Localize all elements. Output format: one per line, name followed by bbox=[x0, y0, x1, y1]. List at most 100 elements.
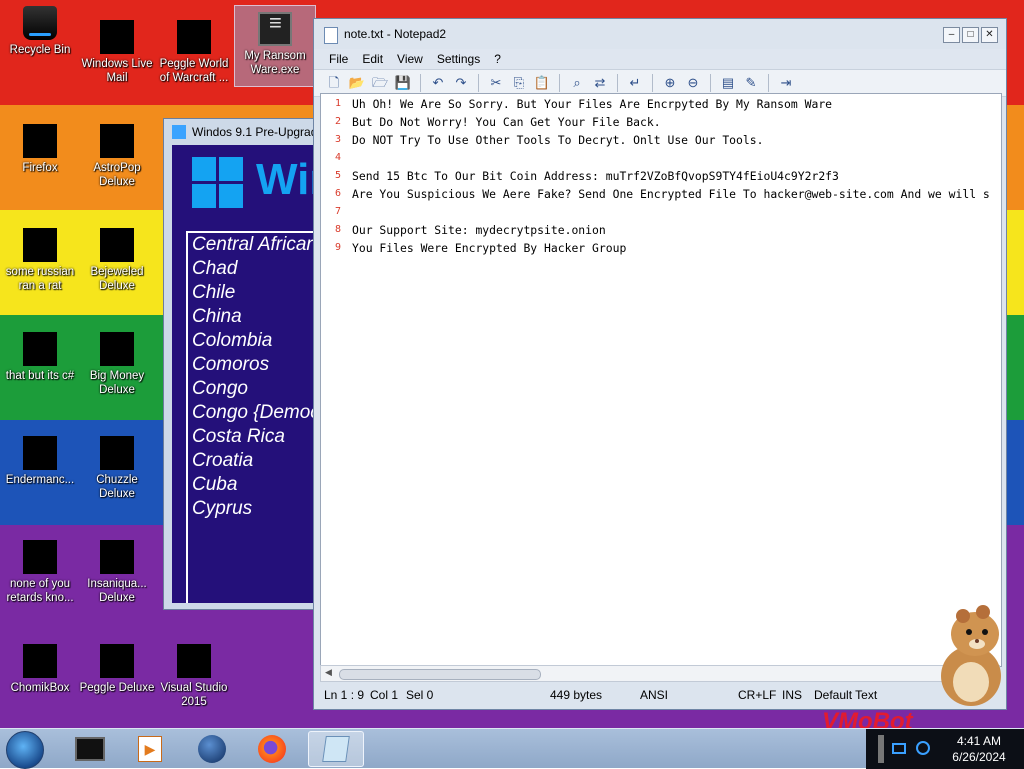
list-item[interactable]: Chile bbox=[188, 281, 316, 305]
shortcut-icon bbox=[23, 332, 57, 366]
desktop-icon-windows-live-mail[interactable]: Windows Live Mail bbox=[77, 20, 157, 85]
status-eol[interactable]: CR+LF bbox=[738, 688, 776, 702]
taskbar-app-media-player[interactable]: ▶ bbox=[122, 731, 178, 767]
desktop: Recycle Bin Windows Live Mail Peggle Wor… bbox=[0, 0, 1024, 728]
desktop-icon-label: Visual Studio 2015 bbox=[160, 682, 228, 708]
toolbar-separator bbox=[768, 74, 769, 92]
line-number: 3 bbox=[334, 134, 341, 145]
text-line: You Files Were Encrypted By Hacker Group bbox=[352, 241, 627, 255]
desktop-icon-recycle-bin[interactable]: Recycle Bin bbox=[0, 6, 80, 57]
window-title: note.txt - Notepad2 bbox=[344, 27, 447, 41]
exit-icon[interactable]: ⇥ bbox=[776, 73, 796, 93]
country-list[interactable]: Central African Chad Chile China Colombi… bbox=[186, 231, 316, 603]
list-item[interactable]: Congo bbox=[188, 377, 316, 401]
replace-icon[interactable]: ⇄ bbox=[590, 73, 610, 93]
line-number: 2 bbox=[334, 116, 341, 127]
menu-file[interactable]: File bbox=[322, 49, 355, 69]
save-icon[interactable]: 💾 bbox=[393, 73, 413, 93]
desktop-icon-label: Insaniqua... Deluxe bbox=[87, 578, 147, 604]
redo-icon[interactable]: ↷ bbox=[451, 73, 471, 93]
status-encoding[interactable]: ANSI bbox=[640, 688, 668, 702]
list-item[interactable]: Central African bbox=[188, 233, 316, 257]
open-folder-icon[interactable]: 📂 bbox=[347, 73, 367, 93]
taskbar-app-globe[interactable] bbox=[184, 731, 240, 767]
list-item[interactable]: Chad bbox=[188, 257, 316, 281]
list-item[interactable]: Cyprus bbox=[188, 497, 316, 521]
text-editor[interactable]: 1 2 3 4 5 6 7 8 9 Uh Oh! We Are So Sorry… bbox=[320, 93, 1002, 667]
desktop-icon-label: Bejeweled Deluxe bbox=[90, 266, 144, 292]
background-window-titlebar[interactable]: Windos 9.1 Pre-Upgrad bbox=[164, 119, 316, 145]
visual-studio-icon bbox=[177, 644, 211, 678]
horizontal-scrollbar[interactable]: ◀ bbox=[320, 665, 1000, 682]
taskbar-app-firefox[interactable] bbox=[244, 731, 300, 767]
network-icon[interactable] bbox=[892, 743, 906, 754]
desktop-icon-label: some russian ran a rat bbox=[5, 266, 75, 292]
desktop-icon-endermanch[interactable]: Endermanc... bbox=[0, 436, 80, 487]
background-window[interactable]: Windos 9.1 Pre-Upgrad Wir Central Africa… bbox=[163, 118, 317, 610]
desktop-icon-none-of-you[interactable]: none of you retards kno... bbox=[0, 540, 80, 605]
app-icon bbox=[172, 125, 186, 139]
taskbar-app-notepad2[interactable] bbox=[308, 731, 364, 767]
desktop-icon-peggle-wow[interactable]: Peggle World of Warcraft ... bbox=[154, 20, 234, 85]
desktop-icon-chomikbox[interactable]: ChomikBox bbox=[0, 644, 80, 695]
list-item[interactable]: Croatia bbox=[188, 449, 316, 473]
menu-settings[interactable]: Settings bbox=[430, 49, 487, 69]
chomikbox-icon bbox=[23, 644, 57, 678]
find-icon[interactable]: ⌕ bbox=[567, 73, 587, 93]
scrollbar-thumb[interactable] bbox=[339, 669, 541, 680]
list-item[interactable]: Cuba bbox=[188, 473, 316, 497]
list-item[interactable]: China bbox=[188, 305, 316, 329]
line-number: 5 bbox=[334, 170, 341, 181]
menu-help[interactable]: ? bbox=[487, 49, 508, 69]
start-button[interactable] bbox=[6, 731, 44, 769]
status-scheme[interactable]: Default Text bbox=[814, 688, 877, 702]
copy-icon[interactable]: ⎘ bbox=[509, 73, 529, 93]
browse-icon[interactable]: 🗁 bbox=[370, 73, 390, 93]
undo-icon[interactable]: ↶ bbox=[428, 73, 448, 93]
cut-icon[interactable]: ✂ bbox=[486, 73, 506, 93]
close-button[interactable]: ✕ bbox=[981, 27, 998, 43]
desktop-icon-big-money[interactable]: Big Money Deluxe bbox=[77, 332, 157, 397]
show-hidden-icons-icon[interactable] bbox=[878, 735, 884, 763]
customize-icon[interactable]: ✎ bbox=[741, 73, 761, 93]
list-item[interactable]: Congo {Democ bbox=[188, 401, 316, 425]
executable-icon bbox=[258, 12, 292, 46]
desktop-icon-bejeweled[interactable]: Bejeweled Deluxe bbox=[77, 228, 157, 293]
list-item[interactable]: Costa Rica bbox=[188, 425, 316, 449]
desktop-icon-chuzzle[interactable]: Chuzzle Deluxe bbox=[77, 436, 157, 501]
app-icon bbox=[23, 436, 57, 470]
media-player-icon: ▶ bbox=[138, 736, 162, 762]
desktop-icon-csharp[interactable]: that but its c# bbox=[0, 332, 80, 383]
recycle-bin-icon bbox=[23, 6, 57, 40]
list-item[interactable]: Colombia bbox=[188, 329, 316, 353]
desktop-icon-peggle-deluxe[interactable]: Peggle Deluxe bbox=[77, 644, 157, 695]
menu-edit[interactable]: Edit bbox=[355, 49, 390, 69]
desktop-icon-insaniquarium[interactable]: Insaniqua... Deluxe bbox=[77, 540, 157, 605]
notepad-window[interactable]: note.txt - Notepad2 – □ ✕ File Edit View… bbox=[313, 18, 1007, 710]
taskbar-app-terminal[interactable] bbox=[62, 731, 118, 767]
maximize-button[interactable]: □ bbox=[962, 27, 979, 43]
notepad-titlebar[interactable]: note.txt - Notepad2 – □ ✕ bbox=[314, 19, 1006, 49]
scroll-left-icon[interactable]: ◀ bbox=[325, 667, 332, 678]
toolbar-separator bbox=[478, 74, 479, 92]
zoom-in-icon[interactable]: ⊕ bbox=[660, 73, 680, 93]
new-file-icon[interactable]: 🗋 bbox=[324, 73, 344, 93]
clock[interactable]: 4:41 AM 6/26/2024 bbox=[944, 733, 1014, 765]
desktop-icon-astropop[interactable]: AstroPop Deluxe bbox=[77, 124, 157, 189]
line-number: 8 bbox=[334, 224, 341, 235]
word-wrap-icon[interactable]: ↵ bbox=[625, 73, 645, 93]
paste-icon[interactable]: 📋 bbox=[532, 73, 552, 93]
zoom-out-icon[interactable]: ⊖ bbox=[683, 73, 703, 93]
scheme-icon[interactable]: ▤ bbox=[718, 73, 738, 93]
desktop-icon-firefox[interactable]: Firefox bbox=[0, 124, 80, 175]
list-item[interactable]: Comoros bbox=[188, 353, 316, 377]
desktop-icon-ransomware[interactable]: My Ransom Ware.exe bbox=[234, 5, 316, 87]
minimize-button[interactable]: – bbox=[943, 27, 960, 43]
background-window-title: Windos 9.1 Pre-Upgrad bbox=[192, 125, 316, 139]
menu-view[interactable]: View bbox=[390, 49, 430, 69]
desktop-icon-visual-studio[interactable]: Visual Studio 2015 bbox=[154, 644, 234, 709]
windows-logo-icon bbox=[192, 157, 244, 209]
desktop-icon-russian-rat[interactable]: some russian ran a rat bbox=[0, 228, 80, 293]
text-content[interactable]: Uh Oh! We Are So Sorry. But Your Files A… bbox=[352, 95, 1001, 257]
volume-icon[interactable] bbox=[916, 741, 930, 755]
